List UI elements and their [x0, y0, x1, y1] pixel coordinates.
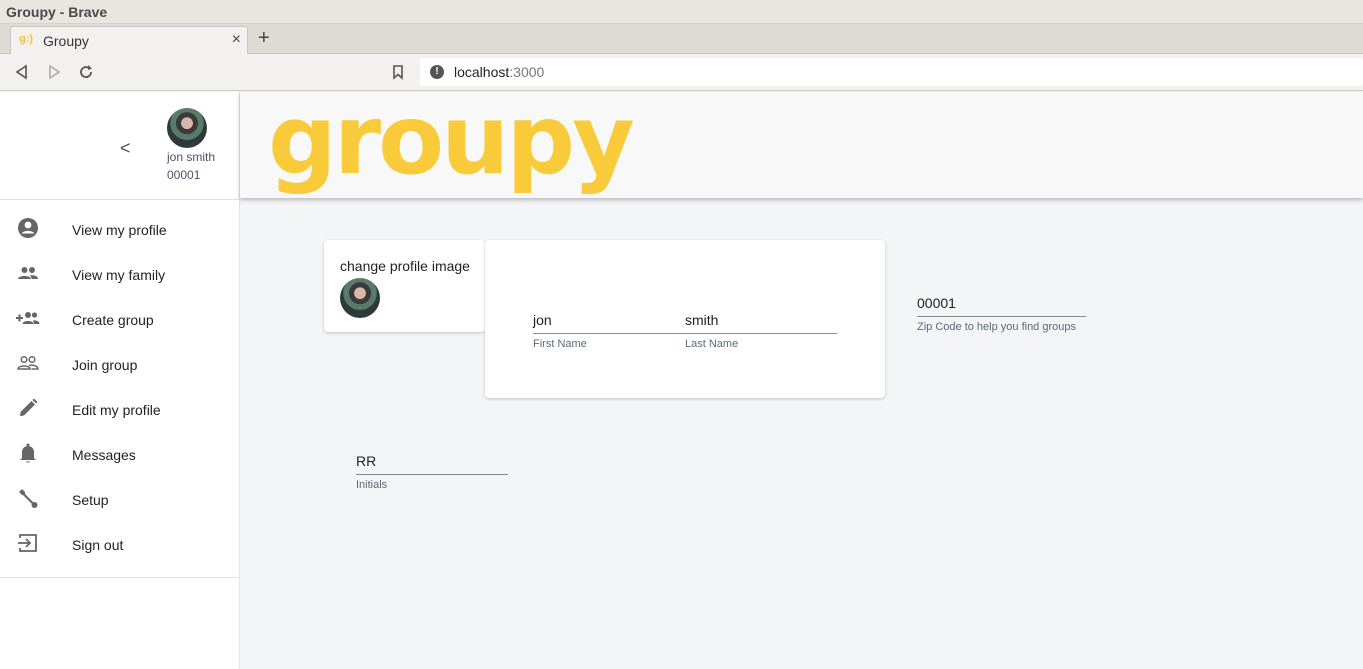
close-tab-icon[interactable]: ×: [232, 31, 241, 49]
site-info-icon[interactable]: !: [430, 65, 444, 79]
sidebar-item-join-group[interactable]: Join group: [0, 343, 239, 388]
profile-avatar[interactable]: [340, 278, 380, 318]
user-summary: < jon smith 00001: [0, 92, 239, 200]
reload-icon[interactable]: [76, 62, 96, 82]
tab-strip: g:) Groupy × +: [0, 24, 1363, 54]
profile-image-card: change profile image: [324, 240, 485, 332]
last-name-field[interactable]: smith Last Name: [685, 312, 837, 350]
avatar[interactable]: [167, 108, 207, 148]
url-port: :3000: [509, 64, 545, 80]
initials-field[interactable]: RR Initials: [356, 453, 508, 491]
name-card: jon First Name smith Last Name: [485, 240, 885, 398]
app-header: groupy: [240, 84, 1363, 198]
people-icon: [18, 267, 38, 279]
forward-icon[interactable]: [44, 62, 64, 82]
tab-title: Groupy: [43, 33, 89, 49]
last-name-value[interactable]: smith: [685, 312, 837, 334]
sidebar-item-label: View my family: [72, 267, 166, 283]
sidebar-item-label: Sign out: [72, 537, 124, 553]
sidebar-item-view-profile[interactable]: View my profile: [0, 208, 239, 253]
sidebar-item-label: Edit my profile: [72, 402, 161, 418]
first-name-label: First Name: [533, 338, 587, 350]
sidebar-menu: View my profile View my family Create gr…: [0, 208, 239, 568]
initials-label: Initials: [356, 479, 388, 491]
group-add-icon: [16, 312, 40, 324]
address-bar[interactable]: ! localhost:3000: [420, 58, 1363, 86]
sidebar-item-create-group[interactable]: Create group: [0, 298, 239, 343]
pencil-icon: [20, 398, 38, 416]
sidebar-divider: [0, 577, 239, 578]
sidebar-item-view-family[interactable]: View my family: [0, 253, 239, 298]
back-icon[interactable]: [12, 62, 32, 82]
sidebar-item-label: Setup: [72, 492, 109, 508]
sidebar-item-label: Messages: [72, 447, 136, 463]
bell-icon: [20, 443, 36, 463]
last-name-label: Last Name: [685, 338, 739, 350]
url-text: localhost:3000: [454, 64, 544, 80]
wrench-icon: [19, 489, 38, 508]
browser-tab[interactable]: g:) Groupy ×: [10, 26, 248, 54]
groupy-logo[interactable]: groupy: [268, 84, 635, 196]
sidebar-item-edit-profile[interactable]: Edit my profile: [0, 388, 239, 433]
collapse-chevron-icon[interactable]: <: [120, 138, 131, 159]
sidebar: < jon smith 00001 View my profile View m…: [0, 92, 240, 669]
zip-code-value[interactable]: 00001: [917, 295, 1086, 317]
sidebar-item-label: Create group: [72, 312, 154, 328]
user-zip: 00001: [167, 168, 201, 182]
people-outline-icon: [17, 355, 39, 370]
sidebar-item-label: View my profile: [72, 222, 167, 238]
first-name-field[interactable]: jon First Name: [533, 312, 685, 350]
first-name-value[interactable]: jon: [533, 312, 685, 334]
initials-value[interactable]: RR: [356, 453, 508, 475]
window-titlebar: Groupy - Brave: [0, 0, 1363, 24]
change-profile-image-label[interactable]: change profile image: [340, 258, 470, 274]
user-name: jon smith: [167, 150, 216, 164]
zip-code-field[interactable]: 00001 Zip Code to help you find groups: [917, 295, 1086, 333]
url-host: localhost: [454, 64, 510, 80]
account-circle-icon: [18, 218, 38, 238]
sign-out-icon: [18, 534, 37, 552]
sidebar-item-setup[interactable]: Setup: [0, 478, 239, 523]
groupy-favicon-icon: g:): [19, 33, 34, 45]
bookmark-icon[interactable]: [388, 62, 408, 82]
browser-toolbar: ! localhost:3000: [0, 54, 1363, 91]
window-title: Groupy - Brave: [6, 4, 108, 20]
sidebar-item-label: Join group: [72, 357, 138, 373]
new-tab-icon[interactable]: +: [258, 27, 270, 50]
zip-code-label: Zip Code to help you find groups: [917, 321, 1076, 333]
sidebar-item-sign-out[interactable]: Sign out: [0, 523, 239, 568]
sidebar-item-messages[interactable]: Messages: [0, 433, 239, 478]
